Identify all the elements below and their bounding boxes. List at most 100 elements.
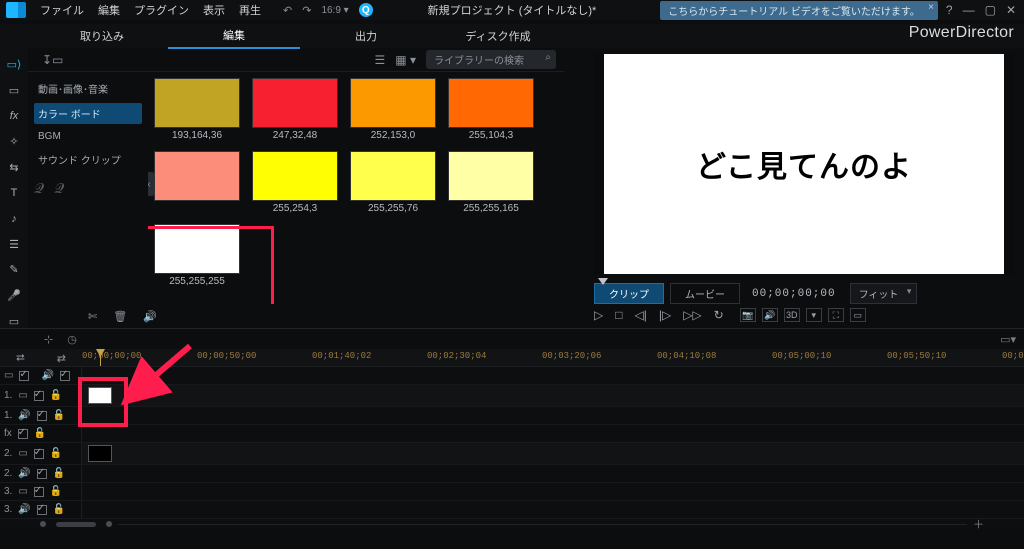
dock-icon[interactable]: ▭: [850, 308, 866, 322]
preview-playhead-icon[interactable]: [598, 278, 608, 285]
tab-output[interactable]: 出力: [300, 24, 432, 48]
timeline-clip-white[interactable]: [88, 387, 112, 404]
swatch-1[interactable]: 247,32,48: [250, 78, 340, 141]
swatch-2[interactable]: 252,153,0: [348, 78, 438, 141]
menu-edit[interactable]: 編集: [98, 2, 120, 18]
menu-view[interactable]: 表示: [203, 2, 225, 18]
track2-audio-visible-checkbox[interactable]: [37, 469, 47, 479]
search-icon: ⌕: [545, 52, 551, 63]
tag-tool2-icon[interactable]: 𝒬: [54, 180, 64, 197]
track1-video-visible-checkbox[interactable]: [34, 391, 44, 401]
track2-video-visible-checkbox[interactable]: [34, 449, 44, 459]
maximize-button[interactable]: ▢: [983, 3, 998, 17]
preview-scrubber[interactable]: [594, 278, 1014, 279]
media-room-icon[interactable]: ▭⟩: [6, 58, 22, 72]
quality-dropdown[interactable]: ▾: [806, 308, 822, 322]
loop-icon[interactable]: ↻: [714, 308, 724, 322]
view-mode-icon[interactable]: ▦ ▾: [395, 53, 416, 67]
tutorial-banner[interactable]: こちらからチュートリアル ビデオをご覧いただけます。 ×: [660, 1, 938, 20]
voice-room-icon[interactable]: ☰: [6, 237, 22, 251]
mode-movie-button[interactable]: ムービー: [670, 283, 740, 304]
filter-icon[interactable]: ☰: [375, 53, 386, 67]
zoom-slider-thumb[interactable]: [56, 522, 96, 527]
timeline-scrollbar[interactable]: ＋: [0, 519, 1024, 529]
particle-room-icon[interactable]: ✧: [6, 135, 22, 149]
pip-room-icon[interactable]: ▭: [6, 84, 22, 98]
track-header-link-icon[interactable]: ⇄: [57, 352, 66, 365]
timecode-display[interactable]: 00;00;00;00: [752, 288, 836, 300]
swatch-3[interactable]: 255,104,3: [446, 78, 536, 141]
snapshot-icon[interactable]: 📷: [740, 308, 756, 322]
tab-import[interactable]: 取り込み: [36, 24, 168, 48]
track2-audio-lock-icon[interactable]: 🔓: [53, 468, 65, 479]
swatch-0[interactable]: 193,164,36: [152, 78, 242, 141]
track-fx-lock-icon[interactable]: 🔓: [34, 428, 46, 439]
zoom-out-handle[interactable]: [40, 521, 46, 527]
timeline-playhead[interactable]: [100, 349, 101, 366]
track3-video-lock-icon[interactable]: 🔓: [50, 486, 62, 497]
swatch-4[interactable]: [152, 151, 242, 214]
redo-icon[interactable]: ↷: [302, 4, 311, 17]
play-icon[interactable]: ▷: [594, 308, 603, 322]
sidebar-item-color-board[interactable]: カラー ボード: [34, 103, 142, 124]
audio-master-checkbox[interactable]: [60, 371, 70, 381]
scissors-icon[interactable]: ✄: [88, 310, 97, 323]
fullscreen-icon[interactable]: ⛶: [828, 308, 844, 322]
audio-room-icon[interactable]: ♪: [6, 212, 22, 226]
track1-audio-lock-icon[interactable]: 🔓: [53, 410, 65, 421]
transition-room-icon[interactable]: ⇆: [6, 161, 22, 175]
chapter-room-icon[interactable]: ✎: [6, 263, 22, 277]
mode-clip-button[interactable]: クリップ: [594, 283, 664, 304]
track3-audio-visible-checkbox[interactable]: [37, 505, 47, 515]
aspect-dropdown[interactable]: 16:9 ▾: [321, 5, 348, 16]
tab-edit[interactable]: 編集: [168, 23, 300, 49]
library-search-input[interactable]: ライブラリーの検索 ⌕: [426, 50, 556, 69]
hint-icon[interactable]: Q: [359, 3, 373, 17]
fit-dropdown[interactable]: フィット: [850, 283, 918, 304]
title-room-icon[interactable]: T: [6, 186, 22, 200]
track3-audio-lock-icon[interactable]: 🔓: [53, 504, 65, 515]
tag-tool-icon[interactable]: 𝒬: [34, 180, 44, 197]
fx-room-icon[interactable]: fx: [6, 109, 22, 123]
track3-video-visible-checkbox[interactable]: [34, 487, 44, 497]
prev-frame-icon[interactable]: ◁|: [634, 308, 646, 322]
timeline-tool-split-icon[interactable]: ⊹: [44, 333, 53, 346]
swatch-5[interactable]: 255,254,3: [250, 151, 340, 214]
subtitle-room-icon[interactable]: ▭: [6, 314, 22, 328]
fast-forward-icon[interactable]: ▷▷: [683, 308, 701, 322]
sidebar-item-media[interactable]: 動画･画像･音楽: [34, 78, 142, 99]
help-button[interactable]: ?: [944, 3, 955, 17]
track-fx-visible-checkbox[interactable]: [18, 429, 28, 439]
timeline-clip-black[interactable]: [88, 445, 112, 462]
track2-video-lock-icon[interactable]: 🔓: [50, 448, 62, 459]
menu-play[interactable]: 再生: [239, 2, 261, 18]
next-frame-icon[interactable]: |▷: [659, 308, 671, 322]
volume-icon[interactable]: 🔊: [762, 308, 778, 322]
video-master-checkbox[interactable]: [19, 371, 29, 381]
minimize-button[interactable]: —: [961, 3, 977, 17]
undo-icon[interactable]: ↶: [283, 4, 292, 17]
sidebar-item-bgm[interactable]: BGM: [34, 128, 142, 145]
mic-room-icon[interactable]: 🎤: [6, 289, 22, 303]
swatch-8[interactable]: 255,255,255: [152, 224, 242, 287]
menu-plugin[interactable]: プラグイン: [134, 2, 189, 18]
library-sidebar: 動画･画像･音楽 カラー ボード BGM サウンド クリップ 𝒬 𝒬: [28, 72, 148, 304]
sidebar-item-sound-clip[interactable]: サウンド クリップ: [34, 149, 142, 170]
track1-audio-visible-checkbox[interactable]: [37, 411, 47, 421]
tab-disc[interactable]: ディスク作成: [432, 24, 564, 48]
tutorial-banner-close-icon[interactable]: ×: [928, 2, 934, 13]
swatch-6[interactable]: 255,255,76: [348, 151, 438, 214]
stop-icon[interactable]: □: [615, 308, 622, 322]
btn-3d[interactable]: 3D: [784, 308, 800, 322]
zoom-in-handle[interactable]: [106, 521, 112, 527]
menu-file[interactable]: ファイル: [40, 2, 84, 18]
collapse-sidebar-icon[interactable]: ‹: [148, 172, 154, 196]
timeline-tool-clock-icon[interactable]: ◷: [67, 333, 77, 346]
track1-video-lock-icon[interactable]: 🔓: [50, 390, 62, 401]
close-button[interactable]: ✕: [1004, 3, 1018, 17]
swatch-7[interactable]: 255,255,165: [446, 151, 536, 214]
timeline-tool-marker-icon[interactable]: ▭▾: [1000, 333, 1016, 346]
import-media-icon[interactable]: ↧▭: [42, 53, 63, 67]
speaker-icon[interactable]: 🔊: [143, 310, 157, 323]
trash-icon[interactable]: 🗑: [113, 310, 127, 323]
